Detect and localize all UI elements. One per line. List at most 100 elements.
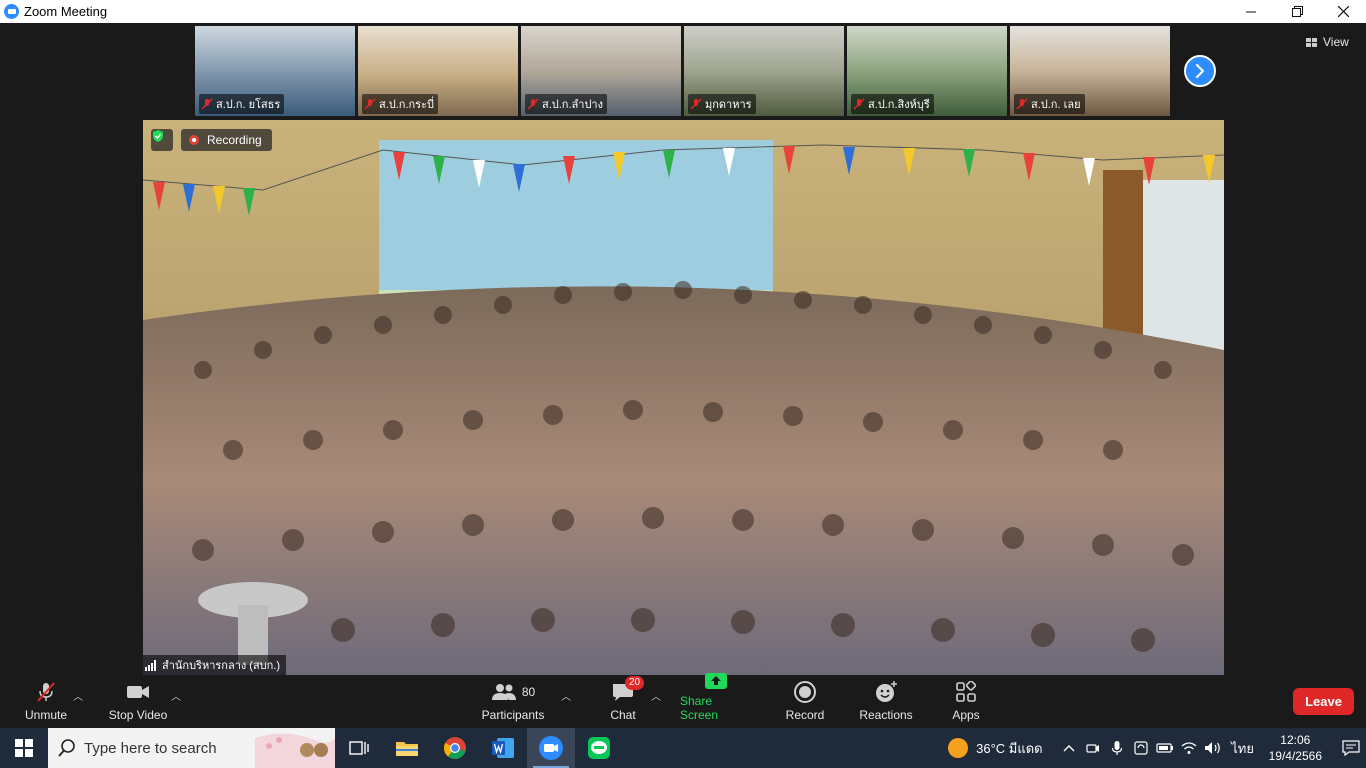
word-icon [492, 738, 514, 758]
participant-thumbnail[interactable]: ส.ป.ก.กระบี่ [358, 26, 518, 116]
chrome-button[interactable] [431, 728, 479, 768]
search-icon [58, 739, 75, 757]
chat-button[interactable]: 20 Chat [605, 676, 645, 728]
participants-button[interactable]: 80 Participants [480, 678, 546, 728]
share-screen-icon [705, 673, 727, 689]
file-explorer-button[interactable] [383, 728, 431, 768]
mic-muted-icon [364, 98, 376, 110]
battery-tray-icon[interactable] [1153, 742, 1177, 754]
participant-thumbnail[interactable]: ส.ป.ก.ลำปาง [521, 26, 681, 116]
word-button[interactable] [479, 728, 527, 768]
recording-indicator[interactable]: Recording [181, 129, 272, 151]
system-tray: 36°C มีแดด ไทย 12:06 19/4/2566 [948, 728, 1366, 768]
taskbar-search[interactable] [48, 728, 335, 768]
notifications-button[interactable] [1336, 740, 1366, 756]
record-dot-icon [189, 135, 199, 145]
recording-label: Recording [207, 133, 262, 147]
participants-options-caret-icon[interactable]: ︿ [561, 688, 571, 703]
smiley-plus-icon [876, 681, 897, 702]
signal-strength-icon [145, 659, 157, 671]
apps-label: Apps [952, 708, 980, 722]
mic-muted-icon [37, 682, 55, 702]
participant-name: ส.ป.ก.กระบี่ [379, 99, 434, 111]
wifi-tray-icon[interactable] [1177, 741, 1201, 755]
volume-tray-icon[interactable] [1201, 741, 1225, 755]
participant-name: ส.ป.ก.สิงห์บุรี [868, 99, 930, 111]
search-input[interactable] [84, 739, 264, 757]
record-icon [794, 681, 816, 703]
main-video[interactable]: Recording สำนักบริหารกลาง (สบก.) [143, 120, 1224, 675]
mic-muted-icon [527, 98, 539, 110]
restore-button[interactable] [1274, 0, 1320, 23]
reactions-label: Reactions [859, 708, 913, 722]
unmute-label: Unmute [24, 708, 68, 722]
minimize-button[interactable] [1228, 0, 1274, 23]
show-hidden-icons-chevron-up-icon[interactable] [1057, 744, 1081, 752]
zoom-taskbar-button[interactable] [527, 728, 575, 768]
participant-thumbnail-strip: ส.ป.ก. ยโสธร ส.ป.ก.กระบี่ ส.ป.ก.ลำปาง มุ… [195, 26, 1173, 116]
restore-icon [1291, 6, 1303, 17]
folder-icon [396, 742, 418, 756]
meeting-area: ส.ป.ก. ยโสธร ส.ป.ก.กระบี่ ส.ป.ก.ลำปาง มุ… [0, 23, 1366, 678]
view-label: View [1323, 35, 1349, 49]
leave-button[interactable]: Leave [1293, 688, 1354, 715]
security-badge[interactable] [151, 129, 173, 151]
reactions-button[interactable]: Reactions [858, 678, 914, 728]
participants-count: 80 [521, 685, 536, 699]
weather-widget[interactable]: 36°C มีแดด [948, 738, 1043, 759]
line-app-icon [588, 737, 610, 759]
task-view-icon [349, 741, 369, 755]
input-language[interactable]: ไทย [1225, 738, 1261, 759]
minimize-icon [1246, 11, 1256, 12]
speaker-name-bar: สำนักบริหารกลาง (สบก.) [143, 655, 287, 675]
view-button[interactable]: View [1306, 35, 1349, 49]
next-page-button[interactable] [1184, 55, 1216, 87]
video-camera-icon [127, 686, 149, 698]
sync-tray-icon[interactable] [1129, 740, 1153, 756]
start-button[interactable] [0, 728, 48, 768]
stop-video-button[interactable]: Stop Video [106, 678, 170, 728]
close-icon [1337, 6, 1349, 17]
participant-name: ส.ป.ก. เลย [1031, 99, 1081, 111]
mic-muted-icon [853, 98, 865, 110]
chrome-icon [443, 737, 466, 759]
chat-unread-badge: 20 [625, 676, 645, 690]
participant-thumbnail[interactable]: ส.ป.ก.สิงห์บุรี [847, 26, 1007, 116]
microphone-tray-icon[interactable] [1105, 740, 1129, 756]
mic-muted-icon [690, 98, 702, 110]
record-button[interactable]: Record [784, 678, 826, 728]
windows-logo-icon [15, 739, 33, 757]
unmute-button[interactable]: Unmute [22, 678, 70, 728]
speaker-name: สำนักบริหารกลาง (สบก.) [162, 660, 281, 672]
stop-video-label: Stop Video [108, 708, 168, 722]
task-view-button[interactable] [335, 728, 383, 768]
participant-thumbnail[interactable]: มุกดาหาร [684, 26, 844, 116]
line-button[interactable] [575, 728, 623, 768]
sun-icon [948, 738, 969, 758]
meeting-toolbar: Unmute ︿ Stop Video ︿ 80 Participants ︿ … [0, 673, 1366, 728]
zoom-icon [539, 736, 563, 760]
clock-date: 19/4/2566 [1268, 749, 1322, 763]
search-highlight-image [255, 733, 335, 768]
chat-label: Chat [610, 708, 636, 722]
group-photo-scene [143, 120, 1224, 675]
participant-thumbnail[interactable]: ส.ป.ก. ยโสธร [195, 26, 355, 116]
taskbar-clock[interactable]: 12:06 19/4/2566 [1269, 732, 1322, 764]
windows-taskbar: 36°C มีแดด ไทย 12:06 19/4/2566 [0, 728, 1366, 768]
weather-text: 36°C มีแดด [976, 740, 1043, 756]
chevron-right-icon [1195, 64, 1205, 78]
participant-name: ส.ป.ก. ยโสธร [216, 99, 281, 111]
notification-icon [1342, 740, 1360, 756]
window-title: Zoom Meeting [24, 4, 108, 19]
camera-tray-icon[interactable] [1081, 741, 1105, 755]
participant-thumbnail[interactable]: ส.ป.ก. เลย [1010, 26, 1170, 116]
title-bar: Zoom Meeting [0, 0, 1366, 23]
audio-options-caret-icon[interactable]: ︿ [73, 688, 83, 703]
share-screen-button[interactable]: Share Screen [680, 673, 752, 728]
close-button[interactable] [1320, 0, 1366, 23]
chat-options-caret-icon[interactable]: ︿ [651, 688, 661, 703]
apps-icon [956, 681, 977, 702]
grid-view-icon [1306, 37, 1317, 47]
apps-button[interactable]: Apps [946, 678, 986, 728]
video-options-caret-icon[interactable]: ︿ [171, 688, 181, 703]
